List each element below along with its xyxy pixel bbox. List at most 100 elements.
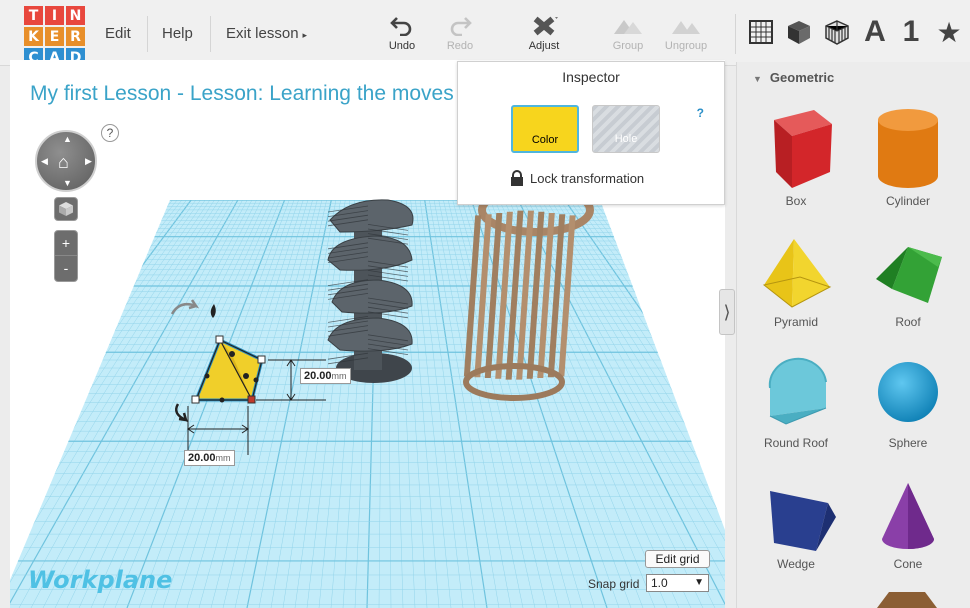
shape-label: Cone [893, 557, 923, 571]
box-view-button[interactable] [782, 14, 816, 50]
color-swatch-button[interactable]: Color [511, 105, 579, 153]
chevron-right-icon: ⟩ [723, 302, 731, 322]
number-1-icon: 1 [902, 15, 920, 48]
tinkercad-logo[interactable]: TINKERCAD [24, 6, 86, 68]
panel-collapse-toggle[interactable]: ⟩ [719, 289, 735, 335]
adjust-button[interactable]: Adjust [514, 14, 574, 54]
view-navigation-cube[interactable]: ⌂ ▲ ▼ ◀ ▶ [35, 130, 97, 192]
arrow-right-icon[interactable]: ▶ [85, 156, 92, 167]
hole-label: Hole [614, 133, 638, 145]
round-roof-shape-icon [768, 357, 827, 425]
redo-icon [430, 14, 490, 38]
unit-label: mm [331, 371, 347, 381]
sphere-shape-icon [878, 362, 938, 422]
shape-roof[interactable]: Roof [852, 227, 964, 348]
height-dimension-label[interactable]: 20.00mm [300, 368, 351, 384]
caret-right-icon: ▸ [302, 30, 308, 40]
snap-grid-label: Snap grid [588, 577, 640, 591]
arrow-up-icon[interactable]: ▲ [63, 134, 72, 144]
inspector-help-button[interactable]: ? [697, 106, 704, 120]
inspector-panel: Inspector ? Color Hole Lock transformati… [457, 61, 725, 205]
toolbar-divider [735, 14, 736, 54]
hole-swatch-button[interactable]: Hole [592, 105, 660, 153]
arrow-down-icon[interactable]: ▼ [63, 178, 72, 188]
cage-view-button[interactable] [820, 14, 854, 50]
menu-divider [210, 16, 211, 52]
pyramid-shape-icon [762, 239, 832, 308]
logo-letter: E [45, 27, 64, 46]
undo-label: Undo [388, 40, 416, 52]
logo-letter: R [66, 27, 85, 46]
favorites-button[interactable]: ★ [932, 14, 966, 50]
exit-lesson-menu[interactable]: Exit lesson ▸ [226, 0, 307, 66]
unit-label: mm [215, 453, 231, 463]
zoom-in-button[interactable]: + [55, 231, 77, 256]
redo-button[interactable]: Redo [430, 14, 490, 54]
group-button[interactable]: Group [598, 14, 658, 54]
cage-icon [825, 20, 849, 45]
help-menu-label: Help [162, 25, 193, 42]
fit-view-button[interactable] [54, 197, 78, 221]
logo-letter: N [66, 6, 85, 25]
shape-label: Sphere [888, 436, 928, 450]
ungroup-label: Ungroup [664, 40, 708, 52]
letter-a-icon: A [864, 15, 886, 48]
adjust-icon [514, 14, 574, 38]
shape-label: Roof [895, 315, 921, 329]
shape-round-roof[interactable]: Round Roof [740, 348, 852, 469]
height-value: 20.00 [304, 370, 332, 382]
dropdown-arrow-icon: ▼ [694, 577, 704, 588]
wedge-shape-icon [770, 491, 836, 551]
arrow-left-icon[interactable]: ◀ [41, 156, 48, 167]
redo-label: Redo [446, 40, 474, 52]
shape-cone[interactable]: Cone [852, 469, 964, 590]
star-icon: ★ [936, 16, 962, 48]
padlock-icon [510, 170, 524, 189]
edit-menu[interactable]: Edit [105, 0, 131, 66]
logo-letter: I [45, 6, 64, 25]
shape-label: Round Roof [763, 436, 829, 450]
adjust-label: Adjust [528, 40, 560, 52]
help-button[interactable]: ? [101, 124, 119, 142]
ungroup-button[interactable]: Ungroup [656, 14, 716, 54]
cylinder-shape-icon [878, 109, 938, 188]
snap-grid-select[interactable]: 1.0 ▼ [646, 574, 709, 592]
cube-icon [788, 21, 810, 44]
text-shape-button[interactable]: A [858, 14, 892, 50]
roof-shape-icon [876, 247, 942, 303]
help-menu[interactable]: Help [162, 0, 193, 66]
lesson-title: My first Lesson - Lesson: Learning the m… [30, 82, 454, 105]
undo-icon [372, 14, 432, 38]
zoom-out-button[interactable]: - [55, 256, 77, 281]
shape-wedge[interactable]: Wedge [740, 469, 852, 590]
shape-cylinder[interactable]: Cylinder [852, 106, 964, 227]
grid-view-button[interactable] [744, 14, 778, 50]
home-icon[interactable]: ⌂ [58, 152, 69, 173]
undo-button[interactable]: Undo [372, 14, 432, 54]
zoom-controls: + - [54, 230, 78, 282]
shape-box[interactable]: Box [740, 106, 852, 227]
shape-label: Cylinder [885, 194, 930, 208]
shapes-panel: ▼ Geometric Box Cylinder Pyramid Roof Rou… [736, 62, 970, 608]
workplane-label: Workplane [28, 566, 173, 594]
next-shape-preview[interactable] [877, 592, 937, 608]
lock-label: Lock transformation [530, 171, 645, 186]
shape-pyramid[interactable]: Pyramid [740, 227, 852, 348]
menu-divider [147, 16, 148, 52]
group-icon [598, 14, 658, 38]
ungroup-icon [656, 14, 716, 38]
number-shape-button[interactable]: 1 [894, 14, 928, 50]
edit-grid-button[interactable]: Edit grid [645, 550, 710, 568]
edit-menu-label: Edit [105, 25, 131, 42]
top-toolbar: TINKERCAD Edit Help Exit lesson ▸ Undo Re… [0, 0, 970, 68]
width-dimension-label[interactable]: 20.00mm [184, 450, 235, 466]
cube-icon [59, 202, 73, 216]
shape-label: Box [785, 194, 807, 208]
shape-label: Pyramid [773, 315, 818, 329]
inspector-title: Inspector [562, 69, 620, 85]
geometric-category-header[interactable]: ▼ Geometric [753, 70, 834, 85]
grid-icon [749, 20, 773, 44]
shape-sphere[interactable]: Sphere [852, 348, 964, 469]
lock-transformation-toggle[interactable]: Lock transformation [510, 170, 644, 189]
logo-letter: K [24, 27, 43, 46]
